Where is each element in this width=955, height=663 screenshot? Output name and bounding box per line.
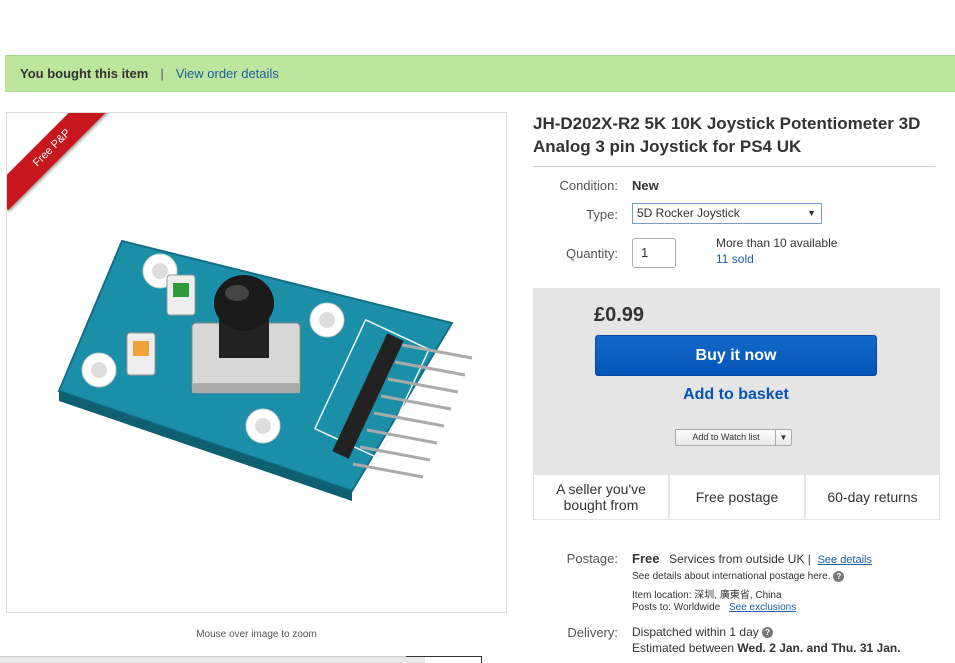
feature-postage: Free postage <box>669 474 805 520</box>
posts-label: Posts to: <box>632 602 671 613</box>
postage-services: Services from outside UK | <box>669 552 811 566</box>
condition-label: Condition: <box>559 178 618 193</box>
condition-value: New <box>632 178 659 193</box>
bought-text: You bought this item <box>20 66 149 81</box>
postage-free: Free <box>632 551 660 566</box>
postage-line: Free Services from outside UK | See deta… <box>632 551 872 566</box>
quantity-input[interactable]: 1 <box>632 238 676 268</box>
divider <box>533 166 935 167</box>
intl-postage-note: See details about international postage … <box>632 571 845 583</box>
postage-label: Postage: <box>566 551 618 566</box>
feature-returns: 60-day returns <box>805 474 940 520</box>
quantity-label: Quantity: <box>565 246 618 261</box>
question-icon[interactable]: ? <box>762 627 774 639</box>
availability-text: More than 10 available <box>716 236 838 250</box>
banner-separator: | <box>160 66 164 81</box>
dispatch-line: Dispatched within 1 day ? <box>632 625 774 639</box>
purchase-banner: You bought this item | View order details <box>5 55 955 92</box>
question-icon[interactable]: ? <box>833 571 845 582</box>
feature-seller: A seller you've bought from <box>533 474 669 520</box>
product-image-box[interactable]: Free P&P <box>6 112 507 613</box>
location-value: 深圳, 廣東省, China <box>694 590 782 601</box>
posts-to: Posts to: Worldwide See exclusions <box>632 602 796 613</box>
add-to-basket-button[interactable]: Add to basket <box>595 386 877 404</box>
estimated-label: Estimated between <box>632 641 735 655</box>
price: £0.99 <box>594 304 645 326</box>
see-exclusions-link[interactable]: See exclusions <box>729 602 796 613</box>
see-details-link[interactable]: See details <box>818 554 872 566</box>
type-value: 5D Rocker Joystick <box>637 206 740 220</box>
bottom-bar <box>0 656 425 663</box>
view-order-link[interactable]: View order details <box>176 66 279 81</box>
sold-link[interactable]: 11 sold <box>716 252 754 266</box>
watch-label: Add to Watch list <box>692 432 760 442</box>
estimated-dates: Wed. 2 Jan. and Thu. 31 Jan. <box>737 641 901 655</box>
location-label: Item location: <box>632 590 692 601</box>
add-to-watch-list-button[interactable]: Add to Watch list ▼ <box>675 429 792 446</box>
chevron-down-icon[interactable]: ▼ <box>775 430 791 445</box>
item-location: Item location: 深圳, 廣東省, China <box>632 586 782 601</box>
joystick-knob <box>214 275 274 331</box>
dispatch-text: Dispatched within 1 day <box>632 625 759 639</box>
product-title: JH-D202X-R2 5K 10K Joystick Potentiomete… <box>533 114 921 156</box>
dropdown-arrow-icon: ▼ <box>807 208 816 218</box>
buy-it-now-button[interactable]: Buy it now <box>595 335 877 376</box>
zoom-hint: Mouse over image to zoom <box>196 629 317 640</box>
bottom-box <box>406 656 482 663</box>
estimated-line: Estimated between Wed. 2 Jan. and Thu. 3… <box>632 641 901 655</box>
delivery-label: Delivery: <box>567 625 618 640</box>
posts-value: Worldwide <box>673 602 721 613</box>
product-image <box>57 239 473 501</box>
intl-postage-text: See details about international postage … <box>632 571 831 583</box>
type-select[interactable]: 5D Rocker Joystick ▼ <box>632 203 822 224</box>
type-label: Type: <box>586 207 618 222</box>
